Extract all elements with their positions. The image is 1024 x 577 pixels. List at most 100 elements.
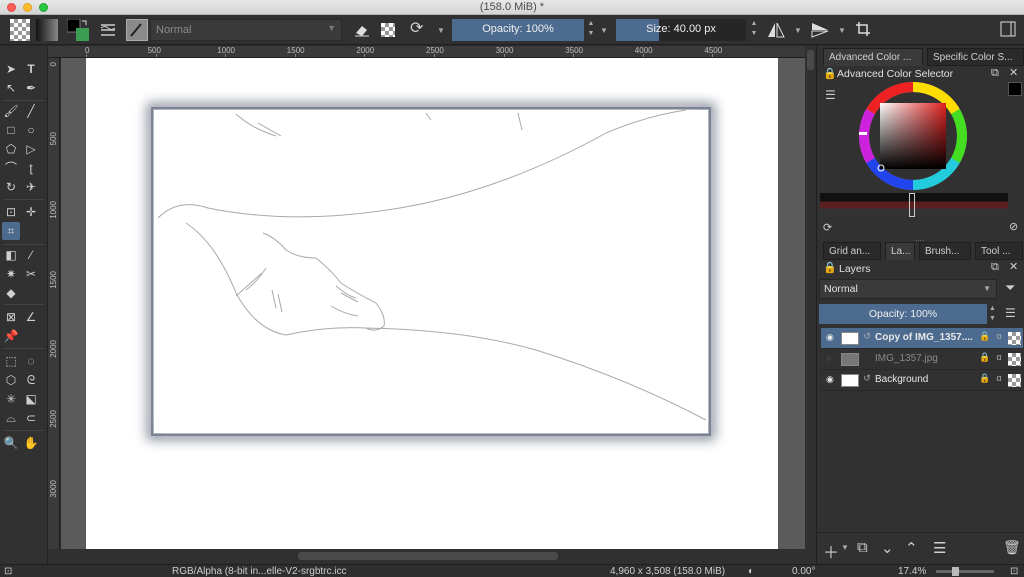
rectangle-tool-icon[interactable]: □	[2, 121, 20, 139]
move-tool-icon[interactable]: ✛	[22, 203, 40, 221]
canvas-viewport[interactable]	[61, 58, 805, 549]
bezier-curve-tool-icon[interactable]: ⌒	[2, 159, 20, 177]
chevron-down-icon[interactable]: ▼	[838, 24, 846, 38]
lock-icon[interactable]: 🔒	[823, 261, 837, 274]
contiguous-selection-tool-icon[interactable]: ✳	[2, 390, 20, 408]
select-shapes-tool-icon[interactable]: ➤	[2, 60, 20, 78]
tab-tool-options[interactable]: Tool ...	[975, 242, 1023, 260]
history-slider-handle[interactable]	[909, 193, 915, 217]
clear-history-icon[interactable]: ⊘	[1009, 220, 1018, 233]
size-spinner[interactable]: ▲ ▼	[748, 19, 760, 41]
wrap-around-icon[interactable]	[855, 21, 871, 39]
text-tool-icon[interactable]: T	[22, 60, 40, 78]
move-layer-up-icon[interactable]: ⌃	[905, 539, 918, 557]
float-docker-icon[interactable]: ⧉	[991, 67, 999, 80]
vertical-scrollbar[interactable]	[805, 46, 816, 564]
chevron-down-icon[interactable]: ▼	[600, 24, 608, 38]
layer-name[interactable]: Copy of IMG_1357....	[875, 332, 975, 343]
horizontal-scroll-thumb[interactable]	[298, 552, 558, 560]
zoom-slider[interactable]	[936, 570, 994, 573]
float-docker-icon[interactable]: ⧉	[991, 261, 999, 274]
duplicate-layer-icon[interactable]: ⧉	[857, 539, 868, 556]
mirror-vertical-icon[interactable]	[811, 22, 829, 40]
polygonal-selection-tool-icon[interactable]: ⬡	[2, 371, 20, 389]
layer-opacity-spinner[interactable]: ▲ ▼	[989, 304, 999, 324]
freehand-selection-tool-icon[interactable]: ᘓ	[22, 371, 40, 389]
lock-icon[interactable]: 🔒	[979, 373, 991, 387]
eraser-icon[interactable]	[354, 23, 370, 39]
eye-icon[interactable]: ◉	[826, 332, 834, 343]
brush-presets-icon[interactable]	[98, 19, 118, 41]
reference-images-tool-icon[interactable]: 📌	[2, 327, 20, 345]
layer-name[interactable]: IMG_1357.jpg	[875, 353, 975, 364]
multibrush-tool-icon[interactable]: ✈	[22, 178, 40, 196]
close-docker-icon[interactable]: ✕	[1009, 66, 1018, 79]
freehand-brush-tool-icon[interactable]: 🖌	[2, 102, 20, 120]
ellipse-tool-icon[interactable]: ○	[22, 121, 40, 139]
color-selector-settings-icon[interactable]: ☰	[825, 88, 836, 102]
crop-tool-icon[interactable]: ⌗	[2, 222, 20, 240]
layer-row[interactable]: ○ IMG_1357.jpg 🔒 α	[821, 349, 1023, 370]
reload-preset-icon[interactable]: ⟳	[410, 21, 423, 37]
zoom-tool-icon[interactable]: 🔍	[2, 434, 20, 452]
mirror-horizontal-icon[interactable]	[767, 22, 785, 40]
alpha-icon[interactable]: α	[993, 352, 1005, 366]
lock-icon[interactable]: 🔒	[979, 352, 991, 366]
layer-row[interactable]: ◉ ↺ Copy of IMG_1357.... 🔒 α	[821, 328, 1023, 349]
zoom-slider-handle[interactable]	[952, 567, 959, 576]
colorize-mask-tool-icon[interactable]: ✷	[2, 265, 20, 283]
chevron-down-icon[interactable]: ▼	[841, 543, 849, 552]
refresh-icon[interactable]: ⟳	[823, 221, 832, 234]
alpha-lock-icon[interactable]	[381, 23, 395, 37]
layer-row[interactable]: ◉ ↺ Background 🔒 α	[821, 370, 1023, 391]
lock-icon[interactable]: 🔒	[979, 331, 991, 345]
color-wheel[interactable]	[857, 80, 969, 192]
alpha-icon[interactable]: α	[993, 331, 1005, 345]
fg-bg-color-icon[interactable]	[66, 18, 89, 41]
chevron-down-icon[interactable]: ▼	[794, 24, 802, 38]
opacity-slider[interactable]: Opacity: 100%	[452, 19, 584, 41]
tab-grid[interactable]: Grid an...	[823, 242, 881, 260]
rectangular-selection-tool-icon[interactable]: ⬚	[2, 352, 20, 370]
close-docker-icon[interactable]: ✕	[1009, 260, 1018, 273]
layer-opacity-slider[interactable]: Opacity: 100%	[819, 304, 987, 324]
edit-shapes-tool-icon[interactable]: ↖	[2, 79, 20, 97]
horizontal-scrollbar[interactable]	[48, 549, 805, 564]
add-layer-icon[interactable]: ＋	[823, 539, 839, 563]
freehand-path-tool-icon[interactable]: ʈ	[22, 159, 40, 177]
layer-name[interactable]: Background	[875, 374, 975, 385]
document-canvas[interactable]	[86, 58, 778, 549]
size-slider[interactable]: Size: 40.00 px	[616, 19, 746, 41]
pattern-swatch[interactable]	[10, 19, 30, 41]
alpha-icon[interactable]: α	[993, 373, 1005, 387]
blend-mode-select[interactable]: Normal ▼	[150, 19, 342, 41]
docker-panel-icon[interactable]	[1000, 21, 1016, 39]
delete-layer-icon[interactable]: 🗑	[1003, 539, 1021, 556]
transform-tool-icon[interactable]: ⊡	[2, 203, 20, 221]
vertical-scroll-thumb[interactable]	[807, 50, 814, 70]
line-tool-icon[interactable]: ╱	[22, 102, 40, 120]
eye-hidden-icon[interactable]: ○	[826, 353, 831, 363]
inherit-alpha-icon[interactable]	[1008, 374, 1021, 387]
polygon-tool-icon[interactable]: ⬠	[2, 140, 20, 158]
bezier-selection-tool-icon[interactable]: ⌓	[2, 409, 20, 427]
color-picker-tool-icon[interactable]: ⁄	[22, 246, 40, 264]
inherit-alpha-icon[interactable]	[1008, 353, 1021, 366]
inherit-alpha-icon[interactable]	[1008, 332, 1021, 345]
dynamic-brush-tool-icon[interactable]: ↻	[2, 178, 20, 196]
layer-blend-mode-select[interactable]: Normal ▼	[819, 279, 997, 299]
rotation-icon[interactable]: ◐	[748, 566, 754, 577]
brush-preset-thumbnail[interactable]	[126, 19, 148, 41]
magnetic-selection-tool-icon[interactable]: ⊂	[22, 409, 40, 427]
smart-patch-tool-icon[interactable]: ✂	[22, 265, 40, 283]
tab-advanced-color[interactable]: Advanced Color ...	[823, 48, 923, 66]
assistant-tool-icon[interactable]: ⊠	[2, 308, 20, 326]
gradient-swatch[interactable]	[36, 19, 58, 41]
pan-tool-icon[interactable]: ✋	[22, 434, 40, 452]
calligraphy-tool-icon[interactable]: ✒	[22, 79, 40, 97]
canvas-only-icon[interactable]: ⊡	[4, 566, 12, 577]
tab-specific-color[interactable]: Specific Color S...	[927, 48, 1024, 66]
gradient-tool-icon[interactable]: ◧	[2, 246, 20, 264]
tab-layers[interactable]: La...	[885, 242, 915, 260]
elliptical-selection-tool-icon[interactable]: ◌	[22, 352, 40, 370]
